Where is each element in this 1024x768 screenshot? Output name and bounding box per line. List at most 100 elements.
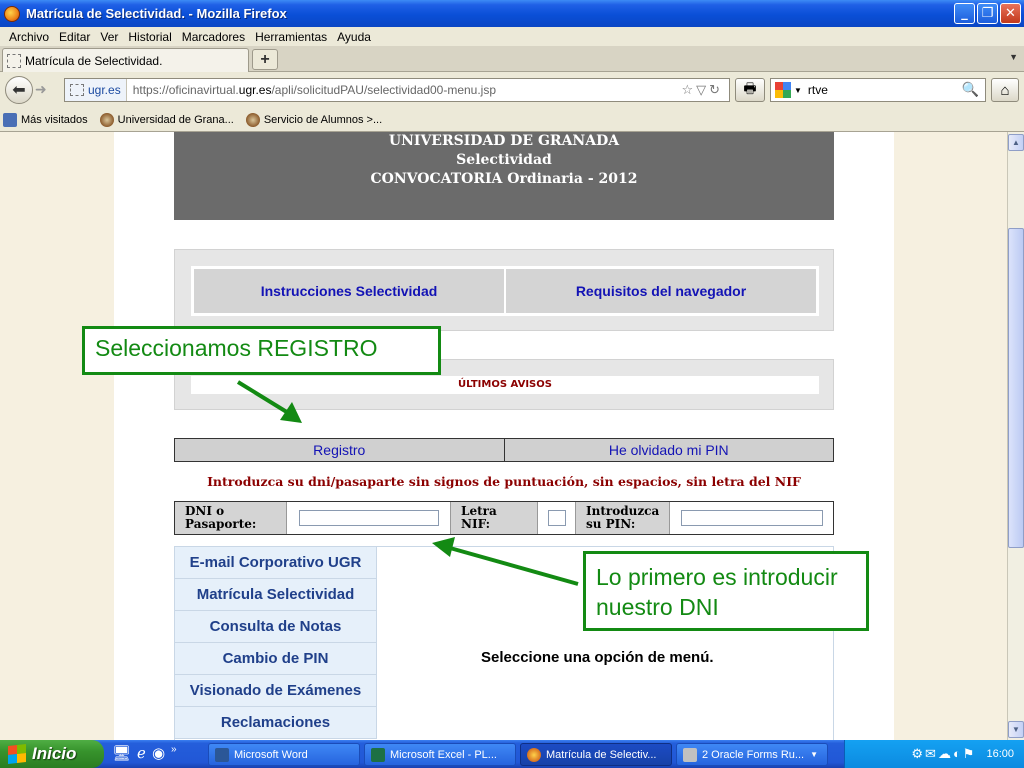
site-identity-button[interactable]: ugr.es — [65, 79, 127, 101]
reload-icon[interactable]: ↻ — [709, 82, 723, 97]
bookmarks-toolbar: Más visitados Universidad de Grana... Se… — [0, 108, 1024, 132]
group-dropdown-icon[interactable]: ▼ — [810, 750, 818, 759]
page-favicon-icon — [7, 53, 21, 68]
more-chevron-icon[interactable]: » — [171, 744, 177, 762]
bookmark-mas-visitados[interactable]: Más visitados — [3, 112, 88, 127]
dni-instruction: Introduzca su dni/pasaparte sin signos d… — [207, 474, 801, 489]
task-excel[interactable]: Microsoft Excel - PL... — [364, 743, 516, 766]
scroll-thumb[interactable] — [1008, 228, 1024, 548]
clock: 16:00 — [986, 748, 1014, 760]
bookmark-universidad[interactable]: Universidad de Grana... — [99, 112, 234, 127]
task-word[interactable]: Microsoft Word — [208, 743, 360, 766]
search-bar[interactable]: ▼ rtve 🔍 — [770, 78, 986, 102]
url-path: /apli/solicitudPAU/selectividad00-menu.j… — [271, 83, 497, 97]
tab-matricula[interactable]: Matrícula de Selectividad. — [2, 48, 249, 72]
links-row: Instrucciones Selectividad Requisitos de… — [191, 266, 819, 316]
letra-nif-label: Letra NIF: — [451, 502, 538, 534]
convocatoria-title: CONVOCATORIA Ordinaria - 2012 — [370, 171, 638, 187]
menu-editar[interactable]: Editar — [59, 30, 90, 44]
url-bar[interactable]: ugr.es https://oficinavirtual.ugr.es/apl… — [64, 78, 730, 102]
print-button[interactable]: 🖶 — [735, 78, 765, 102]
task-label: 2 Oracle Forms Ru... — [702, 748, 805, 761]
task-label: Microsoft Excel - PL... — [390, 748, 497, 761]
menu-ayuda[interactable]: Ayuda — [337, 30, 371, 44]
access-tabs: Registro He olvidado mi PIN — [174, 438, 834, 462]
back-arrow-icon: ⬅ — [12, 82, 26, 99]
page-content: UNIVERSIDAD DE GRANADA Selectividad CONV… — [114, 132, 894, 740]
desktop-icon[interactable]: 🖥 — [112, 744, 131, 762]
menu-ver[interactable]: Ver — [100, 30, 118, 44]
task-firefox[interactable]: Matrícula de Selectiv... — [520, 743, 672, 766]
pin-label: Introduzca su PIN: — [576, 502, 670, 534]
menu-herramientas[interactable]: Herramientas — [255, 30, 327, 44]
history-dropdown-icon[interactable]: ▽ — [696, 82, 709, 97]
maximize-button[interactable]: ❐ — [977, 3, 998, 24]
bookmark-servicio-alumnos[interactable]: Servicio de Alumnos >... — [245, 112, 383, 127]
login-form: DNI o Pasaporte: Letra NIF: Introduzca s… — [174, 501, 834, 535]
ie-icon[interactable]: ℯ — [137, 744, 146, 762]
menu-reclamaciones[interactable]: Reclamaciones — [175, 707, 377, 739]
dni-field-cell — [287, 502, 451, 534]
tab-olvidado-pin[interactable]: He olvidado mi PIN — [503, 439, 833, 461]
url-text[interactable]: https://oficinavirtual.ugr.es/apli/solic… — [127, 83, 496, 97]
vertical-scrollbar[interactable]: ▲ ▼ — [1007, 132, 1024, 740]
forward-button[interactable]: ➜ — [35, 81, 47, 98]
excel-icon — [371, 747, 385, 762]
menu-message: Seleccione una opción de menú. — [481, 649, 714, 666]
university-name: UNIVERSIDAD DE GRANADA — [388, 133, 620, 149]
menu-marcadores[interactable]: Marcadores — [182, 30, 245, 44]
url-bar-icons: ☆▽↻ — [681, 82, 723, 98]
new-tab-button[interactable]: + — [252, 49, 278, 70]
menu-archivo[interactable]: Archivo — [9, 30, 49, 44]
firefox-icon — [527, 747, 541, 762]
university-seal-icon — [245, 112, 260, 127]
pin-input[interactable] — [680, 510, 823, 526]
browser-icon[interactable]: ◉ — [152, 744, 165, 762]
search-engine-dropdown-icon[interactable]: ▼ — [794, 86, 802, 95]
menu-email-corporativo[interactable]: E-mail Corporativo UGR — [175, 547, 377, 579]
window-title: Matrícula de Selectividad. - Mozilla Fir… — [26, 6, 287, 21]
url-domain: ugr.es — [238, 83, 272, 97]
scroll-up-button[interactable]: ▲ — [1008, 134, 1024, 151]
start-button[interactable]: Inicio — [0, 740, 104, 768]
search-input[interactable]: rtve — [808, 83, 828, 97]
scroll-down-button[interactable]: ▼ — [1008, 721, 1024, 738]
requisitos-link[interactable]: Requisitos del navegador — [505, 268, 817, 314]
window-title-bar[interactable]: Matrícula de Selectividad. - Mozilla Fir… — [0, 0, 1024, 27]
back-button[interactable]: ⬅ — [5, 76, 33, 104]
menu-consulta-notas[interactable]: Consulta de Notas — [175, 611, 377, 643]
windows-flag-icon — [8, 744, 26, 764]
menu-historial[interactable]: Historial — [128, 30, 171, 44]
tab-label: Matrícula de Selectividad. — [25, 53, 163, 68]
menu-visionado-examenes[interactable]: Visionado de Exámenes — [175, 675, 377, 707]
search-icon[interactable]: 🔍 — [962, 81, 979, 98]
callout-registro: Seleccionamos REGISTRO — [82, 326, 441, 375]
instrucciones-link[interactable]: Instrucciones Selectividad — [193, 268, 505, 314]
bookmark-star-icon[interactable]: ☆ — [681, 82, 696, 97]
dni-label: DNI o Pasaporte: — [175, 502, 287, 534]
dni-input[interactable] — [298, 510, 439, 526]
tab-list-chevron-icon[interactable]: ▼ — [1009, 52, 1018, 62]
system-tray: ⚙✉☁◐⚑ 16:00 — [844, 740, 1024, 768]
site-identity-label: ugr.es — [88, 83, 121, 97]
close-button[interactable]: ✕ — [1000, 3, 1021, 24]
home-button[interactable]: ⌂ — [991, 78, 1019, 102]
google-icon[interactable] — [775, 82, 791, 98]
most-visited-icon — [3, 112, 17, 127]
tab-registro[interactable]: Registro — [175, 439, 504, 461]
menu-cambio-pin[interactable]: Cambio de PIN — [175, 643, 377, 675]
firefox-icon — [4, 5, 20, 22]
page-viewport: UNIVERSIDAD DE GRANADA Selectividad CONV… — [0, 132, 1007, 740]
window-controls: _ ❐ ✕ — [954, 3, 1021, 24]
tray-icons[interactable]: ⚙✉☁◐⚑ — [911, 746, 976, 762]
minimize-button[interactable]: _ — [954, 3, 975, 24]
letra-nif-input[interactable] — [547, 510, 566, 526]
task-oracle-forms[interactable]: 2 Oracle Forms Ru... ▼ — [676, 743, 828, 766]
menu-matricula-selectividad[interactable]: Matrícula Selectividad — [175, 579, 377, 611]
bookmark-label: Servicio de Alumnos >... — [263, 113, 383, 126]
word-icon — [215, 747, 229, 762]
options-menu: E-mail Corporativo UGR Matrícula Selecti… — [175, 547, 377, 739]
university-seal-icon — [99, 112, 114, 127]
task-label: Microsoft Word — [234, 748, 308, 761]
bookmark-label: Universidad de Grana... — [117, 113, 234, 126]
